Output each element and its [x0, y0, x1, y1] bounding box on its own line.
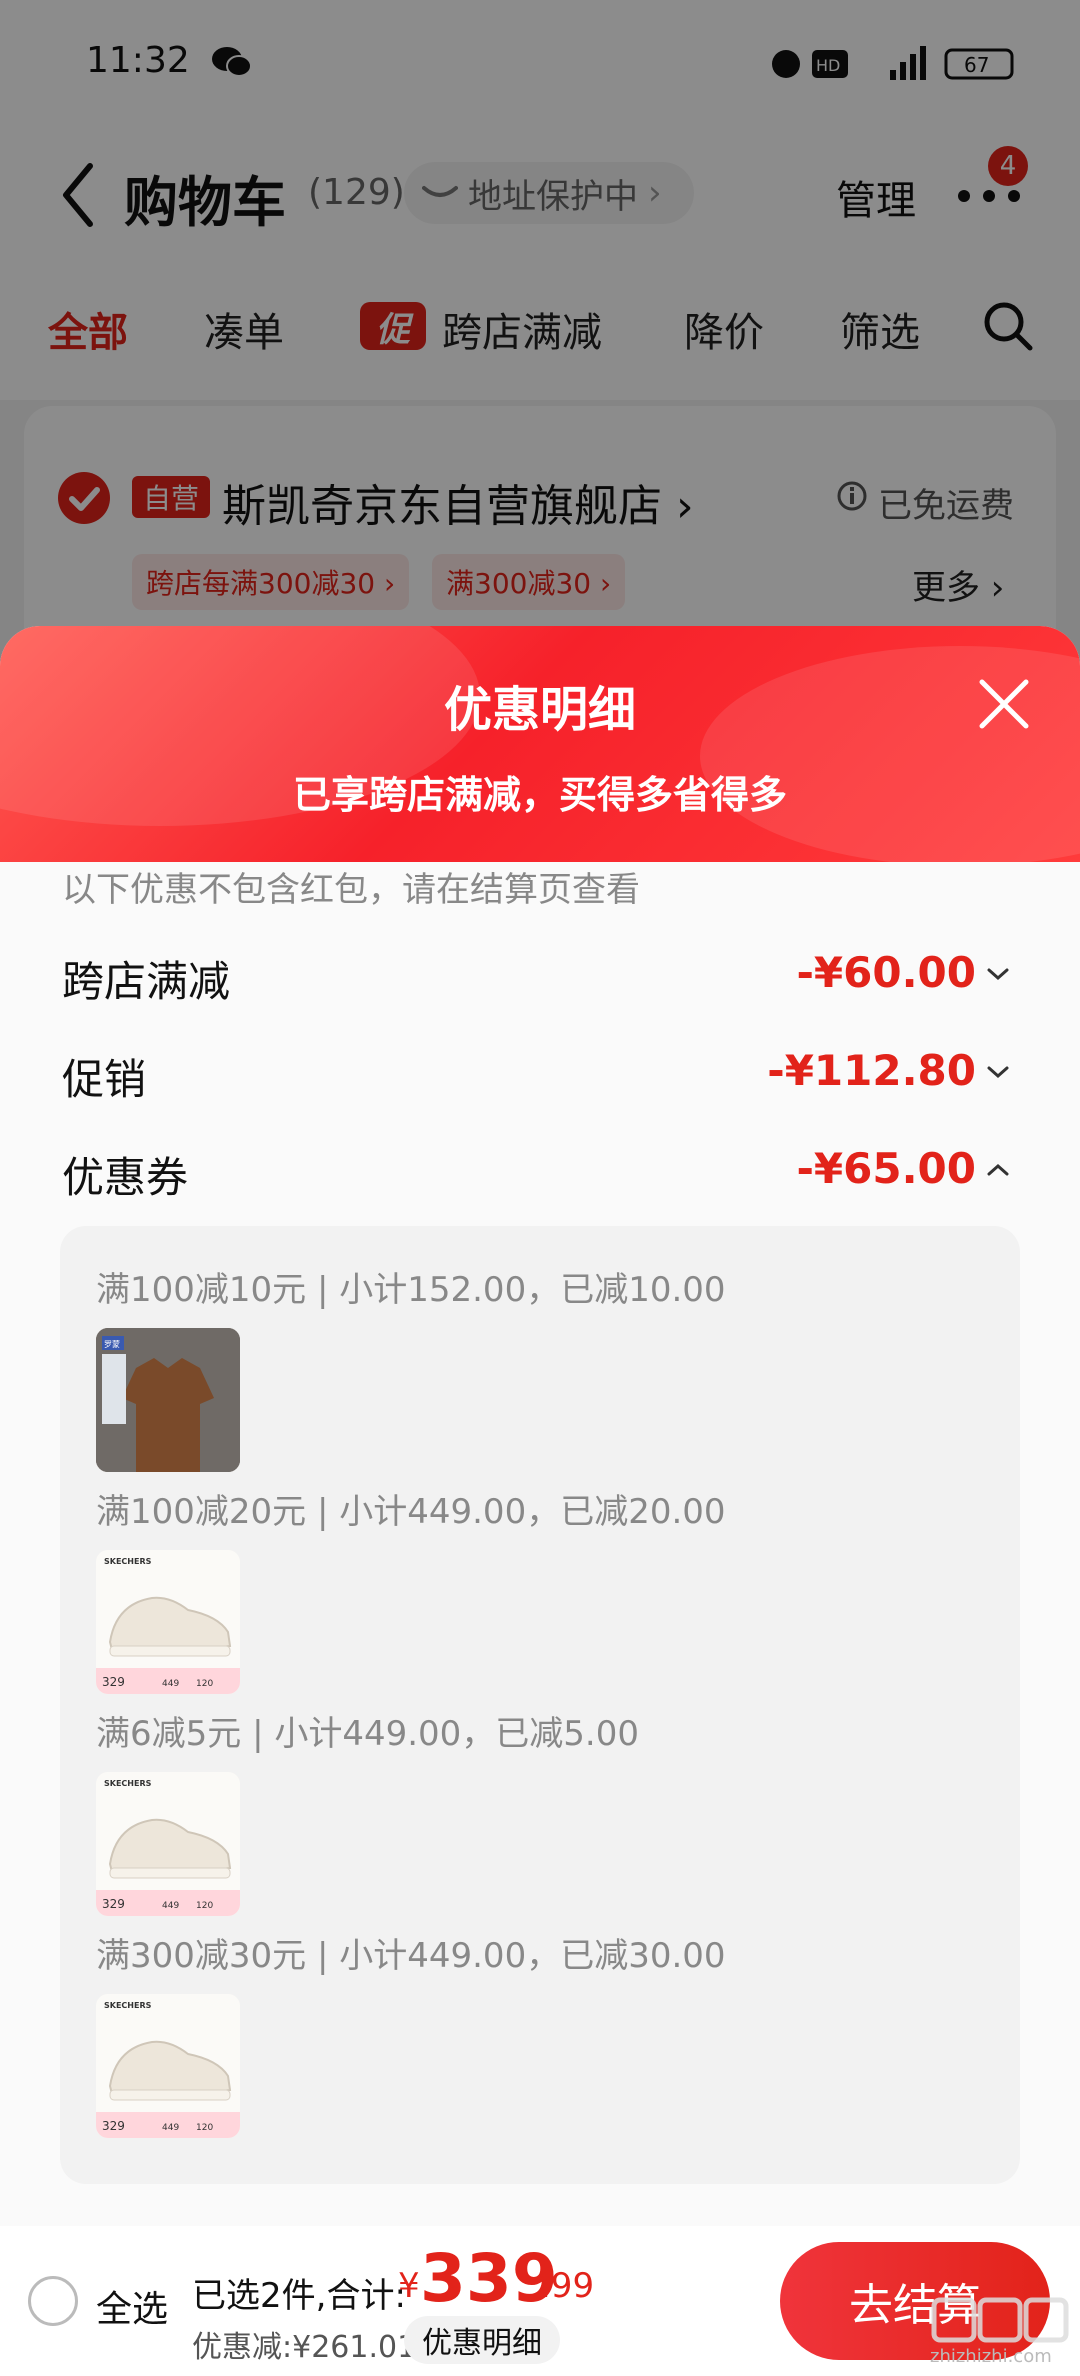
shoe-image: SKECHERS 329 449 120 — [96, 1550, 240, 1694]
chevron-up-icon[interactable] — [986, 1162, 1010, 1178]
product-thumbnail[interactable]: SKECHERS 329 449 120 — [96, 1994, 240, 2138]
svg-text:120: 120 — [196, 2123, 213, 2133]
sheet-header — [0, 626, 1080, 862]
coupon-line: 满300减30元 | 小计449.00，已减30.00 — [96, 1936, 726, 1976]
total-amount: 339 — [420, 2240, 558, 2317]
row-value[interactable]: -¥65.00 — [676, 1144, 976, 1193]
svg-text:449: 449 — [162, 1679, 179, 1689]
product-thumbnail[interactable]: SKECHERS 329 449 120 — [96, 1772, 240, 1916]
discount-detail-button[interactable]: 优惠明细 — [404, 2316, 560, 2364]
discount-summary: 优惠减:¥261.01 — [192, 2330, 417, 2365]
sheet-note: 以下优惠不包含红包，请在结算页查看 — [62, 870, 640, 910]
currency-symbol: ¥ — [398, 2266, 420, 2306]
coupon-line: 满100减10元 | 小计152.00，已减10.00 — [96, 1270, 726, 1310]
svg-text:SKECHERS: SKECHERS — [104, 1779, 152, 1788]
select-all-radio[interactable] — [28, 2276, 78, 2326]
svg-text:449: 449 — [162, 1901, 179, 1911]
svg-text:329: 329 — [102, 2119, 125, 2133]
svg-text:罗蒙: 罗蒙 — [104, 1339, 120, 1349]
row-label: 跨店满减 — [62, 957, 231, 1006]
svg-text:449: 449 — [162, 2123, 179, 2133]
product-thumbnail[interactable]: 罗蒙 — [96, 1328, 240, 1472]
product-thumbnail[interactable]: SKECHERS 329 449 120 — [96, 1550, 240, 1694]
watermark-text: zhizhizhi.com — [930, 2346, 1052, 2367]
select-all-label[interactable]: 全选 — [96, 2280, 168, 2332]
svg-text:120: 120 — [196, 1679, 213, 1689]
selected-summary: 已选2件,合计: — [192, 2276, 406, 2316]
svg-text:329: 329 — [102, 1675, 125, 1689]
watermark-logo — [931, 2297, 1069, 2343]
row-value[interactable]: -¥112.80 — [676, 1046, 976, 1095]
svg-text:329: 329 — [102, 1897, 125, 1911]
svg-text:SKECHERS: SKECHERS — [104, 2001, 152, 2010]
row-label: 优惠券 — [62, 1153, 189, 1202]
sheet-subtitle: 已享跨店满减，买得多省得多 — [292, 773, 787, 817]
shoe-image: SKECHERS 329 449 120 — [96, 1994, 240, 2138]
sheet-title: 优惠明细 — [443, 682, 636, 738]
row-value[interactable]: -¥60.00 — [676, 948, 976, 997]
close-icon[interactable] — [976, 676, 1032, 732]
chevron-down-icon[interactable] — [986, 966, 1010, 982]
shirt-image: 罗蒙 — [96, 1328, 240, 1472]
svg-text:120: 120 — [196, 1901, 213, 1911]
coupon-line: 满100减20元 | 小计449.00，已减20.00 — [96, 1492, 726, 1532]
chevron-down-icon[interactable] — [986, 1064, 1010, 1080]
total-decimal: .99 — [540, 2266, 595, 2306]
coupon-line: 满6减5元 | 小计449.00，已减5.00 — [96, 1714, 640, 1754]
svg-text:SKECHERS: SKECHERS — [104, 1557, 152, 1566]
row-label: 促销 — [62, 1055, 147, 1104]
shoe-image: SKECHERS 329 449 120 — [96, 1772, 240, 1916]
